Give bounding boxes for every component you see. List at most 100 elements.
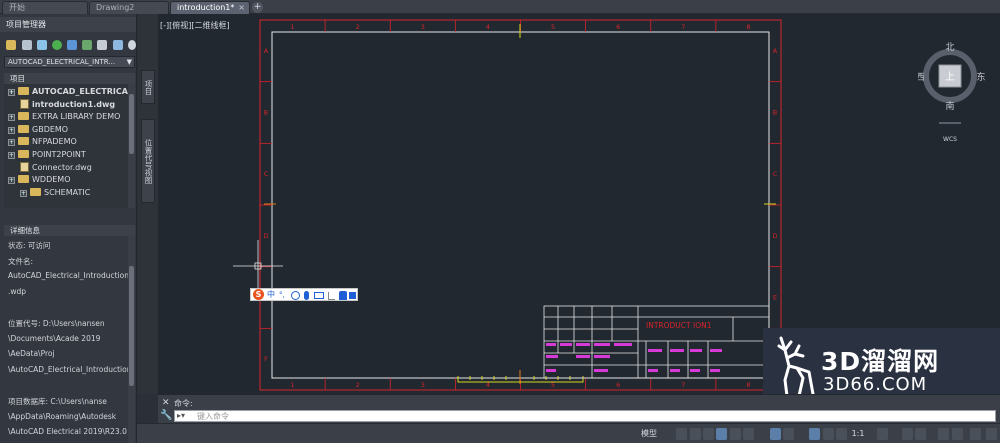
- attribute-mark: [670, 369, 680, 372]
- side-tab-project[interactable]: 项目: [141, 70, 155, 104]
- new-drawing-icon[interactable]: [37, 40, 47, 50]
- ime-punct-toggle[interactable]: °,: [279, 289, 285, 301]
- snap-icon[interactable]: [690, 428, 701, 440]
- ime-emoji-icon[interactable]: [291, 291, 300, 300]
- refresh-icon[interactable]: [52, 40, 62, 50]
- close-command-line-icon[interactable]: ✕: [162, 398, 170, 408]
- viewcube-top-label: 上: [945, 71, 955, 83]
- project-manager-panel: 项目管理器 AUTOCAD_ELECTRICAL_INTR... ▼ 项目 + A…: [0, 14, 137, 443]
- scrollbar-thumb[interactable]: [129, 266, 134, 386]
- command-prompt-icon[interactable]: ▸▾: [177, 411, 185, 421]
- detail-line: \Documents\Acade 2019: [8, 333, 101, 343]
- ime-voice-icon[interactable]: [304, 291, 309, 300]
- open-project-icon[interactable]: [6, 40, 16, 50]
- attribute-mark: [594, 343, 610, 346]
- ime-logo-icon[interactable]: S: [253, 289, 264, 300]
- expand-icon[interactable]: +: [8, 139, 15, 147]
- ortho-icon[interactable]: [703, 428, 714, 440]
- annotation-scale[interactable]: 1:1: [850, 428, 866, 440]
- lineweight-icon[interactable]: [783, 428, 794, 440]
- ime-keyboard-icon[interactable]: [314, 292, 324, 299]
- grid-icon[interactable]: [676, 428, 687, 440]
- customization-menu-icon[interactable]: [970, 428, 981, 440]
- tree-item[interactable]: + POINT2POINT: [8, 149, 86, 161]
- expand-icon[interactable]: +: [8, 152, 15, 159]
- ime-menu-icon[interactable]: [349, 292, 356, 299]
- compass-south[interactable]: 南: [945, 100, 954, 112]
- expand-icon[interactable]: +: [8, 114, 15, 122]
- print-icon[interactable]: [97, 40, 107, 50]
- tree-item[interactable]: + SCHEMATIC: [20, 187, 90, 199]
- wire-tool-icon[interactable]: [113, 40, 123, 50]
- annotation-monitor-icon[interactable]: [836, 428, 847, 440]
- drawing-list-icon[interactable]: [82, 40, 92, 50]
- project-selector-dropdown[interactable]: AUTOCAD_ELECTRICAL_INTR... ▼: [4, 56, 135, 68]
- auto-scale-icon[interactable]: [823, 428, 834, 440]
- tab-drawing2[interactable]: Drawing2: [89, 1, 169, 14]
- annotation-visibility-icon[interactable]: [809, 428, 820, 440]
- tree-item-label: GBDEMO: [32, 124, 69, 134]
- detail-line: \AeData\Proj: [8, 349, 55, 359]
- title-block-title: INTRODUCT ION1: [646, 321, 712, 330]
- zone-label-top: 2: [356, 23, 360, 31]
- zone-label-left: A: [264, 47, 269, 55]
- zone-label-top: 6: [616, 23, 620, 31]
- tree-item[interactable]: + WDDEMO: [8, 174, 70, 186]
- isolate-objects-icon[interactable]: [915, 428, 926, 440]
- tree-item[interactable]: + EXTRA LIBRARY DEMO: [8, 111, 120, 123]
- folder-icon: [18, 112, 29, 121]
- help-icon[interactable]: [128, 40, 136, 50]
- compass-east[interactable]: 东: [976, 71, 985, 83]
- polar-tracking-icon[interactable]: [716, 428, 727, 440]
- new-project-icon[interactable]: [22, 40, 32, 50]
- attribute-mark: [546, 355, 558, 358]
- expand-icon[interactable]: +: [8, 126, 15, 134]
- wcs-label[interactable]: WCS: [939, 136, 961, 143]
- isodraft-icon[interactable]: [730, 428, 741, 440]
- customize-wrench-icon[interactable]: 🔧: [160, 410, 172, 421]
- new-tab-button[interactable]: +: [252, 2, 263, 13]
- scrollbar-thumb[interactable]: [129, 94, 134, 154]
- watermark-subtitle: 3D66.COM: [823, 374, 928, 395]
- command-input[interactable]: [197, 411, 977, 421]
- hardware-acceleration-icon[interactable]: [938, 428, 949, 440]
- tab-introduction1[interactable]: introduction1* ×: [170, 1, 250, 14]
- zone-label-top: 7: [681, 23, 685, 31]
- project-properties-icon[interactable]: [67, 40, 77, 50]
- command-line-area: ✕ 命令: ▸▾: [158, 394, 1000, 423]
- tree-item[interactable]: + AUTOCAD_ELECTRICAL_IN: [8, 86, 128, 98]
- viewport-controls-label[interactable]: [-][俯视][二维线框]: [160, 20, 230, 31]
- close-tab-icon[interactable]: ×: [238, 2, 245, 14]
- compass-north[interactable]: 北: [945, 42, 954, 53]
- annotation-plus-icon[interactable]: [902, 428, 913, 440]
- clean-screen-icon[interactable]: [952, 428, 963, 440]
- tree-item[interactable]: + NFPADEMO: [8, 136, 77, 148]
- details-scrollbar[interactable]: [128, 236, 135, 443]
- expand-icon[interactable]: +: [20, 189, 27, 197]
- tree-scrollbar[interactable]: [128, 84, 135, 208]
- object-snap-icon[interactable]: [770, 428, 781, 440]
- zone-label-top: 8: [746, 23, 750, 31]
- status-bar-menu-icon[interactable]: [986, 428, 997, 440]
- ime-mode-toggle[interactable]: 中: [267, 289, 275, 301]
- command-input-row[interactable]: ▸▾: [174, 410, 996, 422]
- tree-item[interactable]: Connector.dwg: [20, 161, 92, 174]
- expand-icon[interactable]: +: [8, 89, 15, 96]
- tree-item[interactable]: introduction1.dwg: [20, 98, 115, 111]
- compass-west[interactable]: 西: [918, 72, 925, 83]
- expand-icon[interactable]: +: [8, 177, 15, 185]
- tree-item[interactable]: + GBDEMO: [8, 124, 68, 136]
- viewcube[interactable]: 上 北 南 东 西 WCS: [918, 40, 998, 143]
- ime-skin-icon[interactable]: [339, 291, 347, 300]
- workspace-gear-icon[interactable]: [877, 428, 888, 440]
- side-tab-strip: 项目 位置代号视图: [138, 14, 158, 394]
- side-tab-location-view[interactable]: 位置代号视图: [141, 119, 155, 203]
- tab-start[interactable]: 开始: [2, 1, 88, 14]
- zone-label-bottom: 6: [616, 381, 620, 389]
- object-snap-tracking-icon[interactable]: [743, 428, 754, 440]
- wcs-button[interactable]: [939, 122, 961, 124]
- model-space-button[interactable]: 模型: [640, 428, 658, 440]
- ime-toolbar[interactable]: S 中 °,: [250, 288, 358, 301]
- ime-tools-icon[interactable]: [328, 292, 335, 300]
- folder-icon: [18, 87, 29, 95]
